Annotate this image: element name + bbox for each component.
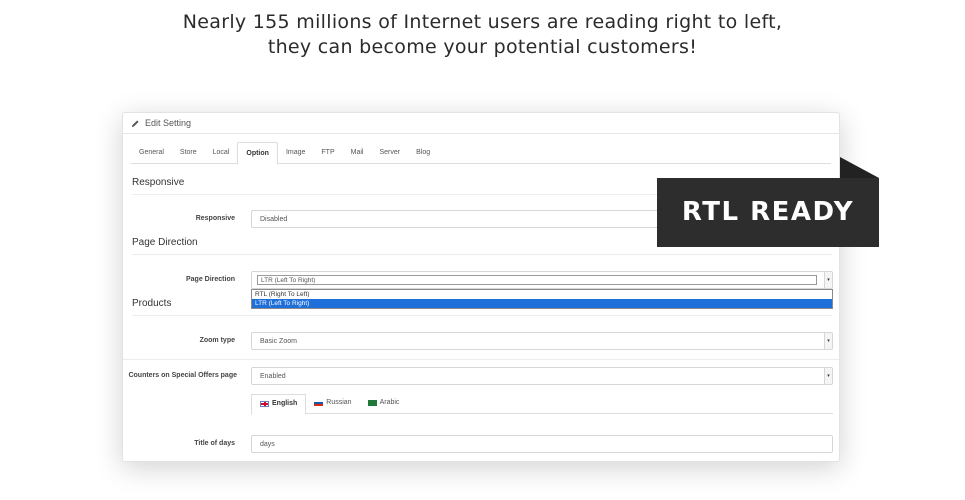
panel-header: Edit Setting	[123, 113, 839, 134]
badge-fold	[840, 157, 879, 178]
tab-language-arabic[interactable]: Arabic	[360, 394, 408, 414]
counters-value: Enabled	[260, 373, 286, 380]
rtl-ready-badge: RTL READY	[657, 178, 879, 247]
tab-blog[interactable]: Blog	[408, 142, 438, 164]
tab-mail[interactable]: Mail	[343, 142, 372, 164]
tab-option[interactable]: Option	[237, 142, 278, 165]
tab-store[interactable]: Store	[172, 142, 205, 164]
page-direction-select[interactable]: LTR (Left To Right) ▾	[251, 271, 833, 289]
russia-flag-icon	[314, 400, 324, 406]
title-of-days-label: Title of days	[194, 440, 235, 447]
tab-language-russian[interactable]: Russian	[306, 394, 359, 414]
headline-line-2: they can become your potential customers…	[267, 36, 698, 58]
chevron-down-icon[interactable]: ▾	[824, 368, 832, 384]
chevron-down-icon[interactable]: ▾	[824, 272, 832, 288]
responsive-label: Responsive	[195, 215, 235, 222]
headline-line-1: Nearly 155 millions of Internet users ar…	[182, 11, 783, 33]
language-arabic-label: Arabic	[379, 399, 400, 406]
responsive-value: Disabled	[260, 216, 288, 223]
section-heading-products: Products	[132, 298, 832, 316]
page-direction-label: Page Direction	[185, 276, 235, 283]
responsive-select[interactable]: Disabled	[251, 210, 671, 228]
title-of-days-input[interactable]: days	[251, 435, 833, 453]
language-english-label: English	[272, 400, 298, 407]
counters-select[interactable]: Enabled ▾	[251, 367, 833, 385]
page-direction-value: LTR (Left To Right)	[261, 277, 316, 284]
tab-image[interactable]: Image	[278, 142, 313, 164]
tab-local[interactable]: Local	[205, 142, 238, 164]
pencil-icon	[131, 119, 139, 127]
headline: Nearly 155 millions of Internet users ar…	[0, 10, 965, 60]
settings-tabs: General Store Local Option Image FTP Mai…	[131, 142, 831, 165]
saudi-flag-icon	[367, 400, 377, 406]
zoom-type-label: Zoom type	[199, 337, 235, 344]
zoom-type-select[interactable]: Basic Zoom ▾	[251, 332, 833, 350]
counters-label: Counters on Special Offers page	[128, 372, 237, 379]
panel-title: Edit Setting	[145, 118, 192, 128]
uk-flag-icon	[260, 401, 269, 407]
language-russian-label: Russian	[326, 399, 352, 406]
edit-setting-panel: Edit Setting General Store Local Option …	[122, 112, 840, 462]
tab-language-english[interactable]: English	[251, 394, 307, 415]
tab-server[interactable]: Server	[371, 142, 408, 164]
title-of-days-value: days	[260, 441, 275, 448]
language-tabs: English Russian Arabic	[251, 394, 833, 415]
divider	[123, 359, 839, 360]
tab-general[interactable]: General	[131, 142, 172, 164]
tab-ftp[interactable]: FTP	[313, 142, 342, 164]
chevron-down-icon[interactable]: ▾	[824, 333, 832, 349]
zoom-type-value: Basic Zoom	[260, 338, 297, 345]
